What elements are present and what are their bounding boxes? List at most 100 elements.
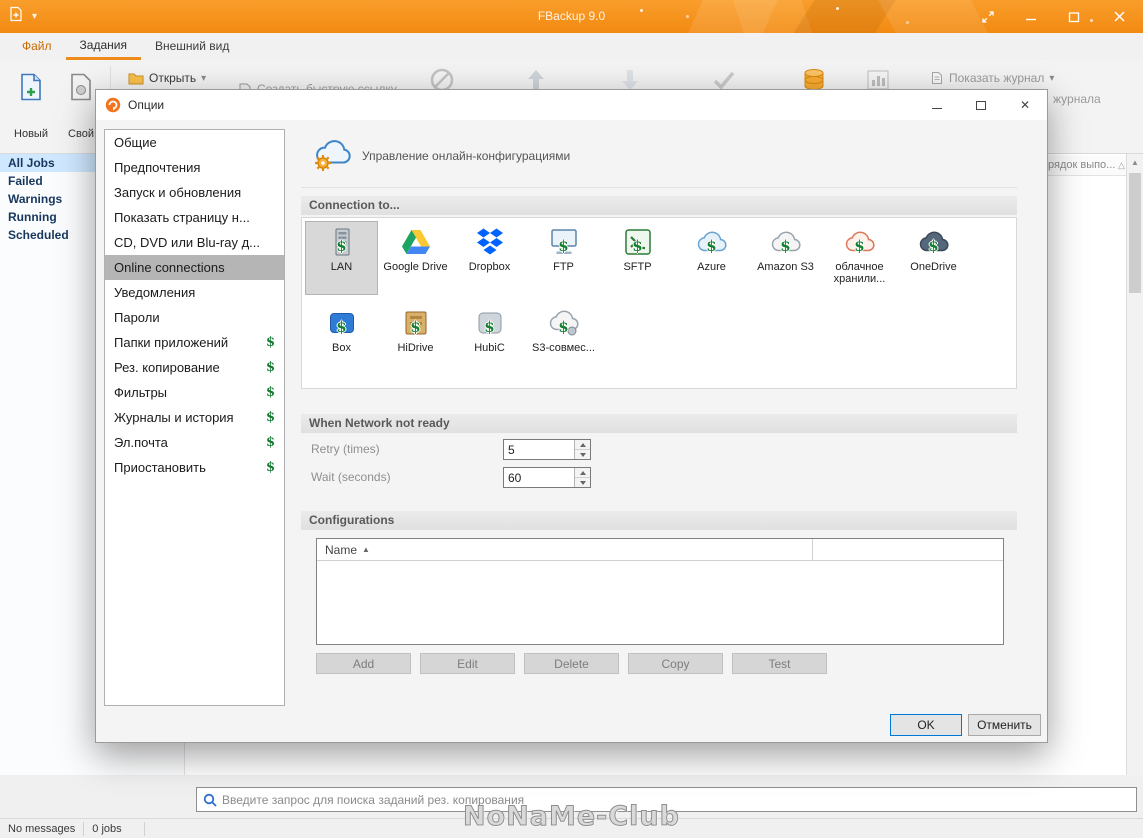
category-backup[interactable]: Рез. копирование $: [105, 355, 284, 380]
test-button[interactable]: Test: [732, 653, 827, 674]
search-input[interactable]: [222, 792, 1130, 807]
connection-google-drive[interactable]: Google Drive: [380, 222, 451, 294]
connection-onedrive[interactable]: $ OneDrive: [898, 222, 969, 294]
minimize-button[interactable]: [1009, 0, 1052, 33]
category-cd-dvd-bluray[interactable]: CD, DVD или Blu-ray д...: [105, 230, 284, 255]
lan-server-icon: $: [326, 226, 358, 258]
delete-button[interactable]: Delete: [524, 653, 619, 674]
add-button[interactable]: Add: [316, 653, 411, 674]
retry-increment-icon[interactable]: [575, 440, 590, 449]
retry-decrement-icon[interactable]: [575, 449, 590, 459]
options-category-list: Общие Предпочтения Запуск и обновления П…: [104, 129, 285, 706]
log-folder-partial-label: журнала: [1053, 92, 1101, 106]
status-jobs-count: 0 jobs: [92, 822, 122, 835]
dialog-minimize-button[interactable]: [915, 90, 959, 120]
configurations-table-header[interactable]: Name: [317, 539, 1003, 561]
category-app-folders[interactable]: Папки приложений $: [105, 330, 284, 355]
scrollbar-up-icon[interactable]: [1127, 154, 1143, 171]
vertical-scrollbar[interactable]: [1126, 154, 1143, 775]
custom-document-icon: [71, 73, 91, 101]
dropbox-icon: [474, 226, 506, 258]
copy-button[interactable]: Copy: [628, 653, 723, 674]
column-divider[interactable]: [812, 539, 813, 561]
paid-feature-icon: $: [265, 335, 275, 350]
open-button[interactable]: Открыть: [128, 70, 206, 86]
azure-cloud-icon: $: [696, 226, 728, 258]
section-connection-to: Connection to...: [301, 196, 1017, 215]
ribbon-tabs: Файл Задания Внешний вид: [0, 33, 1143, 60]
close-button[interactable]: [1095, 0, 1143, 33]
configurations-table: Name: [316, 538, 1004, 645]
edit-button[interactable]: Edit: [420, 653, 515, 674]
category-notifications[interactable]: Уведомления: [105, 280, 284, 305]
wait-seconds-stepper[interactable]: [503, 467, 591, 488]
hubic-icon: $: [474, 307, 506, 339]
category-startup-updates[interactable]: Запуск и обновления: [105, 180, 284, 205]
connection-ftp[interactable]: $ FTP: [528, 222, 599, 294]
configurations-buttons: Add Edit Delete Copy Test: [316, 653, 827, 674]
status-separator: [144, 821, 146, 836]
show-log-button[interactable]: Показать журнал: [930, 70, 1054, 86]
new-job-button[interactable]: Новый: [6, 64, 56, 148]
category-pause[interactable]: Приостановить $: [105, 455, 284, 480]
google-drive-icon: [400, 226, 432, 258]
category-show-page[interactable]: Показать страницу н...: [105, 205, 284, 230]
connection-lan[interactable]: $ LAN: [305, 221, 378, 295]
tab-jobs[interactable]: Задания: [65, 33, 141, 60]
category-online-connections[interactable]: Online connections: [105, 255, 284, 280]
sort-ascending-icon: [362, 545, 370, 554]
category-passwords[interactable]: Пароли: [105, 305, 284, 330]
category-logs-history[interactable]: Журналы и история $: [105, 405, 284, 430]
connection-box[interactable]: $ Box: [306, 303, 377, 375]
show-log-label: Показать журнал: [949, 71, 1045, 85]
cancel-button[interactable]: Отменить: [968, 714, 1041, 736]
dialog-titlebar: Опции: [96, 90, 1047, 120]
tab-file[interactable]: Файл: [8, 33, 66, 60]
connection-dropbox[interactable]: Dropbox: [454, 222, 525, 294]
amazon-s3-cloud-icon: $: [770, 226, 802, 258]
section-network-not-ready: When Network not ready: [301, 414, 1017, 433]
connection-cloud-storage[interactable]: $ облачное хранили...: [824, 222, 895, 294]
fullscreen-icon[interactable]: [966, 0, 1009, 33]
open-caret-icon: [201, 73, 206, 84]
paid-feature-icon: $: [265, 435, 275, 450]
connection-sftp[interactable]: $ SFTP: [602, 222, 673, 294]
dialog-title: Опции: [128, 98, 165, 112]
category-preferences[interactable]: Предпочтения: [105, 155, 284, 180]
dialog-controls: [915, 90, 1047, 120]
paid-feature-icon: $: [265, 460, 275, 475]
connection-amazon-s3[interactable]: $ Amazon S3: [750, 222, 821, 294]
retry-times-input[interactable]: [504, 440, 574, 459]
new-document-icon: [21, 73, 41, 101]
wait-increment-icon[interactable]: [575, 468, 590, 477]
header-divider: [301, 187, 1017, 188]
category-general[interactable]: Общие: [105, 130, 284, 155]
status-bar: No messages 0 jobs: [0, 818, 1143, 838]
paid-feature-icon: $: [265, 360, 275, 375]
category-email[interactable]: Эл.почта $: [105, 430, 284, 455]
open-label: Открыть: [149, 71, 197, 85]
search-icon: [203, 793, 217, 807]
dialog-maximize-button[interactable]: [959, 90, 1003, 120]
column-header-label: рядок выпо...: [1048, 159, 1116, 171]
log-document-icon: [932, 72, 942, 84]
ok-button[interactable]: OK: [890, 714, 962, 736]
maximize-button[interactable]: [1052, 0, 1095, 33]
retry-times-label: Retry (times): [311, 442, 380, 456]
connection-hidrive[interactable]: $ HiDrive: [380, 303, 451, 375]
connection-s3-compatible[interactable]: $ S3-совмес...: [528, 303, 599, 375]
dialog-close-button[interactable]: [1003, 90, 1047, 120]
cloud-settings-icon: [311, 136, 355, 177]
connection-hubic[interactable]: $ HubiC: [454, 303, 525, 375]
tab-view[interactable]: Внешний вид: [141, 33, 243, 60]
retry-times-stepper[interactable]: [503, 439, 591, 460]
wait-seconds-input[interactable]: [504, 468, 574, 487]
job-search-box[interactable]: [196, 787, 1137, 812]
wait-decrement-icon[interactable]: [575, 477, 590, 487]
category-filters[interactable]: Фильтры $: [105, 380, 284, 405]
window-controls: [966, 0, 1143, 33]
ftp-icon: $: [548, 226, 580, 258]
scrollbar-thumb[interactable]: [1129, 173, 1141, 293]
connection-azure[interactable]: $ Azure: [676, 222, 747, 294]
s3-compatible-icon: $: [548, 307, 580, 339]
